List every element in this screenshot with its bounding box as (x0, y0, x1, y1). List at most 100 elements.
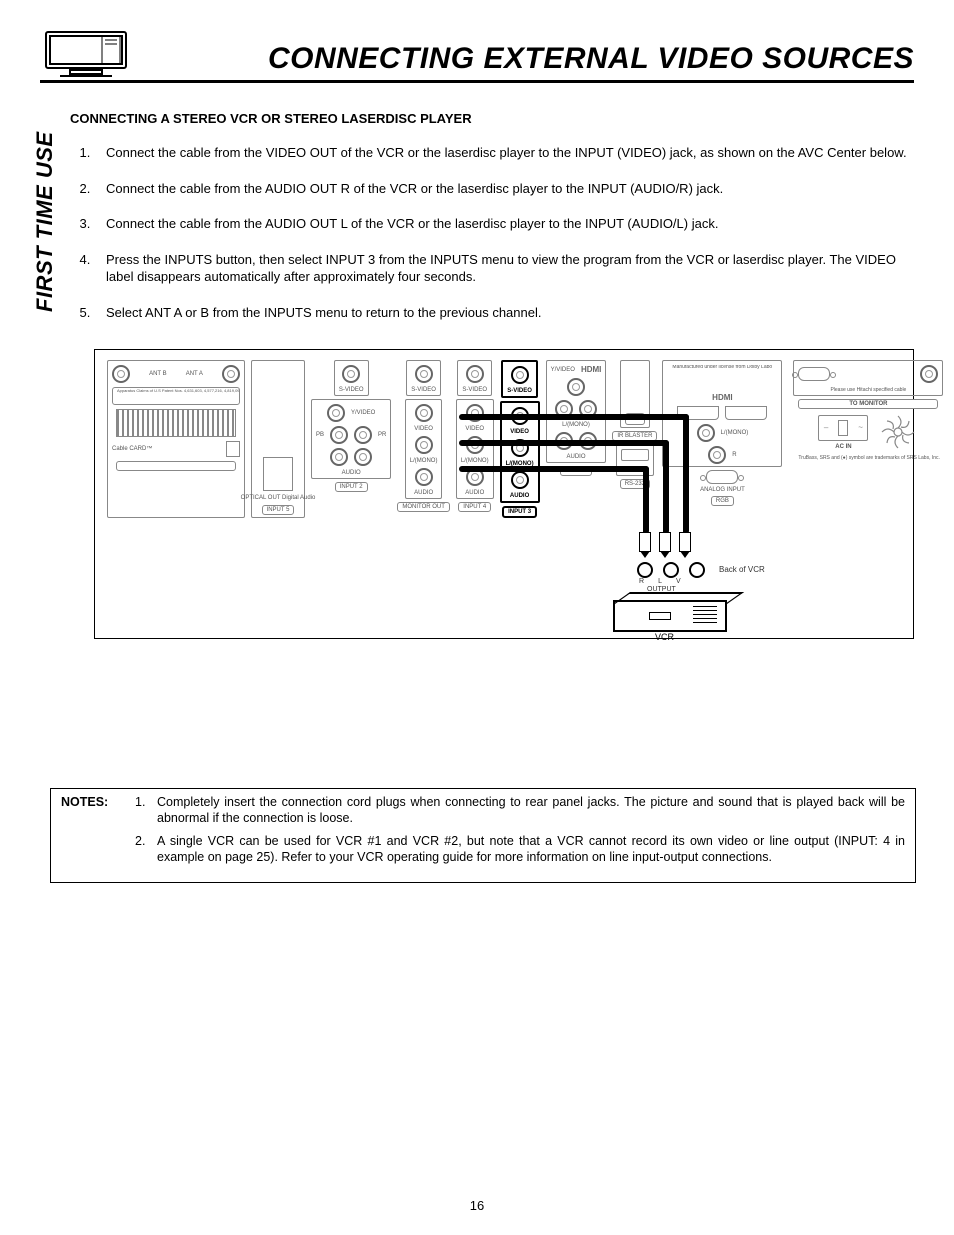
lmono-label: L/(MONO) (410, 458, 438, 464)
cablecard-label: Cable CARD™ (112, 446, 152, 452)
svideo-label: S-VIDEO (411, 387, 436, 393)
audio-label: AUDIO (414, 490, 433, 496)
ac-in-port-icon: –~ (818, 415, 868, 441)
rca-plugs (639, 532, 691, 552)
y-jack (327, 404, 345, 422)
monitor-out-label: MONITOR OUT (397, 502, 450, 512)
input4-group: S-VIDEO VIDEO L/(MONO) AUDIO INPUT 4 (456, 360, 494, 518)
svideo-label: S-VIDEO (339, 387, 364, 393)
input3-group: S-VIDEO VIDEO L/(MONO) AUDIO INPUT 3 (500, 360, 540, 518)
note-text: A single VCR can be used for VCR #1 and … (157, 834, 905, 865)
cablecard-slot-icon (226, 441, 240, 457)
video-jack (415, 404, 433, 422)
svideo-label: S-VIDEO (462, 387, 487, 393)
vcr-out-jacks: Back of VCR (637, 562, 765, 578)
audio-label: AUDIO (566, 454, 585, 460)
yvideo-label: Y/VIDEO (551, 367, 575, 373)
lmono-label: L/(MONO) (562, 422, 590, 428)
vent-icon (116, 409, 236, 437)
input5-label: INPUT 5 (262, 505, 295, 515)
ant-a-label: ANT A (186, 371, 203, 377)
video-label: VIDEO (414, 426, 433, 432)
card-slot-icon (116, 461, 236, 471)
input2-label: INPUT 2 (335, 482, 368, 492)
r-label: R (732, 452, 736, 458)
r-label: R (639, 578, 644, 585)
rgb-label: RGB (711, 496, 734, 506)
cable-l-h (459, 440, 669, 446)
r-jack (708, 446, 726, 464)
svideo-jack (511, 366, 529, 384)
fan-icon (878, 412, 918, 452)
ant-b-label: ANT B (149, 371, 167, 377)
notes-box: NOTES: 1. Completely insert the connecti… (50, 788, 916, 883)
rca-jack-icon (637, 562, 653, 578)
lmono-label: L/(MONO) (721, 430, 749, 436)
patent-note: Apparatus Claims of U.S Patent Nos. 4,63… (112, 387, 240, 405)
step-item: Connect the cable from the AUDIO OUT L o… (94, 215, 914, 233)
rca-jack-icon (663, 562, 679, 578)
vcr-vent-icon (693, 606, 717, 624)
l-jack (415, 436, 433, 454)
cable-video-h (459, 414, 689, 420)
l-label: L (658, 578, 662, 585)
lmono-label: L/(MONO) (461, 458, 489, 464)
cable-note: Please use Hitachi specified cable (830, 387, 906, 393)
srs-note: TruBass, SRS and (●) symbol are trademar… (798, 455, 938, 461)
note-number: 1. (135, 795, 149, 826)
page-number: 16 (0, 1198, 954, 1213)
rear-panel: ANT B ANT A Apparatus Claims of U.S Pate… (107, 360, 901, 518)
rlv-labels: R L V (639, 578, 681, 585)
audio-jack (920, 365, 938, 383)
ac-in-label: AC IN (835, 444, 851, 450)
video-label: VIDEO (465, 426, 484, 432)
steps-list: Connect the cable from the VIDEO OUT of … (70, 144, 914, 321)
svideo-jack (466, 365, 484, 383)
optical-port-icon (263, 457, 293, 491)
l-jack (330, 448, 348, 466)
y-jack (567, 378, 585, 396)
pr-label: PR (378, 432, 386, 438)
rca-plug-icon (679, 532, 691, 552)
input2-group: S-VIDEO Y/VIDEO PBPR AUDIO INPUT 2 (311, 360, 391, 518)
audio-label: AUDIO (510, 493, 529, 499)
notes-heading: NOTES: (61, 795, 119, 866)
step-item: Connect the cable from the AUDIO OUT R o… (94, 180, 914, 198)
video-label: VIDEO (510, 429, 529, 435)
ant-a-jack (222, 365, 240, 383)
svideo-jack (415, 365, 433, 383)
cable-r-h (459, 466, 649, 472)
ant-group: ANT B ANT A Apparatus Claims of U.S Pate… (107, 360, 245, 518)
input5-group: OPTICAL OUT Digital Audio INPUT 5 (251, 360, 305, 518)
pb-jack (330, 426, 348, 444)
tv-icon (40, 28, 132, 78)
r-jack (354, 448, 372, 466)
svideo-label: S-VIDEO (507, 388, 532, 394)
note-item: 1. Completely insert the connection cord… (135, 795, 905, 826)
step-item: Select ANT A or B from the INPUTS menu t… (94, 304, 914, 322)
analog-input-label: ANALOG INPUT (700, 487, 745, 493)
pr-jack (354, 426, 372, 444)
monitor-out-group: S-VIDEO VIDEO L/(MONO) AUDIO MONITOR OUT (397, 360, 450, 518)
optical-out-label: OPTICAL OUT Digital Audio (241, 495, 316, 501)
to-monitor-label: TO MONITOR (798, 399, 938, 409)
note-number: 2. (135, 834, 149, 865)
hdmi-group: Manufactured under license from Dolby La… (663, 360, 781, 518)
note-item: 2. A single VCR can be used for VCR #1 a… (135, 834, 905, 865)
notes-list: 1. Completely insert the connection cord… (135, 795, 905, 866)
cable-r-v (643, 466, 649, 534)
page-title: CONNECTING EXTERNAL VIDEO SOURCES (152, 42, 914, 78)
side-tab-label: FIRST TIME USE (28, 113, 64, 330)
step-item: Press the INPUTS button, then select INP… (94, 251, 914, 286)
vga-port-icon (706, 470, 738, 484)
ir-rs232-group: IR BLASTER RS-232 (612, 360, 657, 518)
rca-jack-icon (689, 562, 705, 578)
page-header: CONNECTING EXTERNAL VIDEO SOURCES (40, 28, 914, 83)
input1-group: Y/VIDEOHDMI L/(MONO) AUDIO INPUT 1 (546, 360, 607, 518)
vcr-slot-icon (649, 612, 671, 620)
content: CONNECTING A STEREO VCR OR STEREO LASERD… (70, 111, 914, 639)
r-jack (511, 471, 529, 489)
v-label: V (676, 578, 681, 585)
monitor-ac-group: Please use Hitachi specified cable TO MO… (793, 360, 943, 518)
rca-plug-icon (659, 532, 671, 552)
